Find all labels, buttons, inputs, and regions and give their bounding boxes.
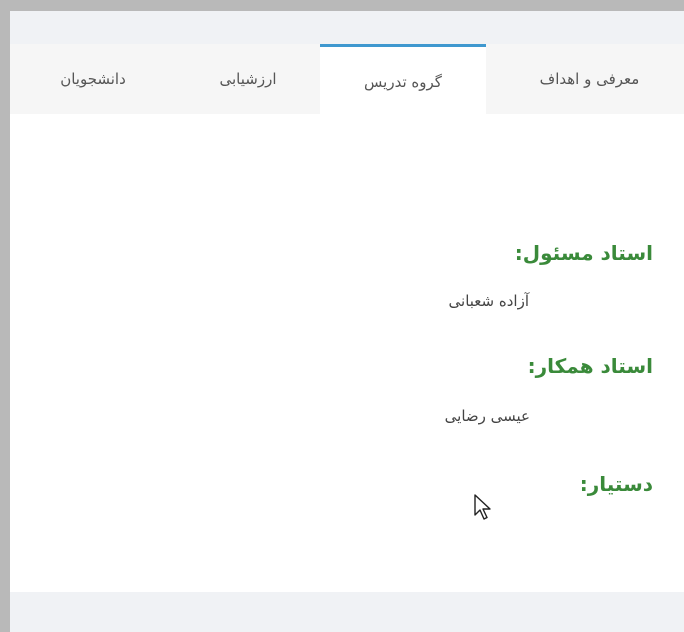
tab-teaching-group[interactable]: گروه تدریس bbox=[320, 44, 486, 118]
tab-students[interactable]: دانشجویان bbox=[10, 44, 176, 114]
responsible-instructor-label: استاد مسئول: bbox=[514, 241, 653, 265]
colleague-instructor-label: استاد همکار: bbox=[527, 354, 653, 378]
tab-bar: معرفی و اهداف گروه تدریس ارزشیابی دانشجو… bbox=[10, 44, 684, 118]
tab-evaluation[interactable]: ارزشیابی bbox=[176, 44, 320, 114]
tab-introduction-goals[interactable]: معرفی و اهداف bbox=[495, 44, 684, 114]
top-bar bbox=[10, 11, 684, 44]
mouse-pointer-icon bbox=[474, 494, 491, 520]
assistant-label: دستیار: bbox=[579, 472, 653, 496]
responsible-instructor-name: آزاده شعبانی bbox=[448, 292, 529, 310]
page-frame: معرفی و اهداف گروه تدریس ارزشیابی دانشجو… bbox=[10, 11, 684, 632]
colleague-instructor-name: عیسی رضایی bbox=[444, 407, 530, 425]
teaching-group-panel: استاد مسئول: آزاده شعبانی استاد همکار: ع… bbox=[10, 114, 684, 592]
footer-bar bbox=[10, 592, 684, 632]
